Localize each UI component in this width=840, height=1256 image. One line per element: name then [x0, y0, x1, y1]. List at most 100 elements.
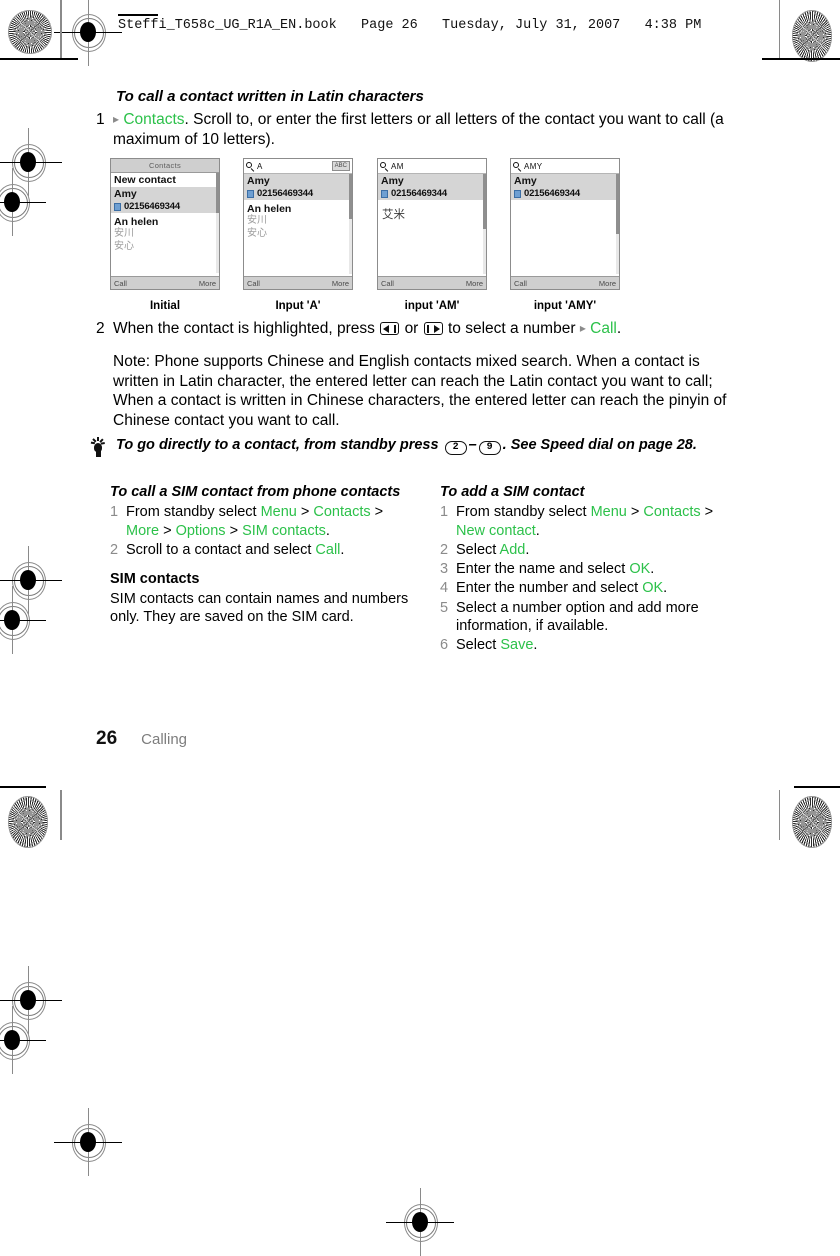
- menu-link[interactable]: More: [126, 523, 159, 539]
- phone-scrollbar[interactable]: [216, 173, 219, 273]
- phone-row-other[interactable]: An helen 安川 安心: [111, 213, 219, 253]
- phone-contact-cn-1: 安川: [114, 228, 134, 240]
- plain-text: Select a number option and add more info…: [456, 599, 699, 634]
- phone-screenshot-initial: Contacts New contact Amy 02156469344 An …: [110, 158, 220, 290]
- trim-rule-bottom-left: [0, 786, 46, 788]
- softkey-more[interactable]: More: [332, 279, 349, 288]
- list-item-text: Enter the name and select OK.: [456, 560, 740, 578]
- phone-contact-number: 02156469344: [524, 188, 580, 199]
- step-2-block: 2 When the contact is highlighted, press…: [96, 318, 746, 430]
- softkey-call[interactable]: Call: [114, 279, 127, 288]
- trim-rule-top-left: [0, 58, 78, 60]
- phone-list-area: Amy 02156469344 艾米: [378, 174, 486, 274]
- footer-page-number: 26: [96, 728, 118, 749]
- phone-titlebar: Contacts: [111, 159, 219, 173]
- softkey-more[interactable]: More: [199, 279, 216, 288]
- trim-rule-vertical-left: [60, 0, 62, 58]
- menu-link[interactable]: Add: [500, 542, 526, 558]
- list-item: 5 Select a number option and add more inf…: [440, 599, 740, 636]
- list-item: 4 Enter the number and select OK.: [440, 579, 740, 597]
- phone-scrollbar[interactable]: [616, 174, 619, 274]
- phone-list-area: New contact Amy 02156469344 An helen 安川 …: [111, 173, 219, 273]
- sim-contacts-subheading: SIM contacts: [110, 571, 200, 588]
- trim-rule-vertical-bottom-right: [778, 790, 780, 840]
- sim-contacts-text: SIM contacts can contain names and numbe…: [110, 590, 409, 625]
- list-item-number: 1: [110, 504, 119, 521]
- menu-link[interactable]: OK: [629, 561, 650, 577]
- phone-screenshot-input-am: AM Amy 02156469344 艾米 Call More: [377, 158, 487, 290]
- phone-search-bar[interactable]: AMY: [511, 159, 619, 174]
- bullet-arrow-icon: ▸: [113, 112, 120, 127]
- phone-scrollbar[interactable]: [483, 174, 486, 274]
- menu-link[interactable]: Menu: [261, 504, 297, 520]
- plain-text: .: [325, 522, 330, 539]
- step-2: 2 When the contact is highlighted, press…: [96, 319, 746, 338]
- tip-block: To go directly to a contact, from standb…: [88, 436, 748, 460]
- softkey-more[interactable]: More: [466, 279, 483, 288]
- menu-link[interactable]: Menu: [591, 504, 627, 520]
- plain-text: .: [525, 541, 530, 558]
- plain-text: From standby select: [456, 504, 591, 521]
- softkey-call[interactable]: Call: [381, 279, 394, 288]
- phone-contact-cn-2: 安心: [247, 227, 267, 239]
- phone-contact-cn-result[interactable]: 艾米: [378, 200, 486, 228]
- phone-row-other[interactable]: An helen 安川 安心: [244, 200, 352, 240]
- list-item-text: Select Save.: [456, 636, 740, 654]
- phone-search-query: A: [257, 161, 263, 171]
- phone-screenshot-input-amy: AMY Amy 02156469344 Call More: [510, 158, 620, 290]
- softkey-more[interactable]: More: [599, 279, 616, 288]
- crosshair-registration-mark-lower-right: [0, 1006, 46, 1074]
- bullet-arrow-icon-2: ▸: [579, 321, 586, 335]
- page-footer: 26 Calling: [96, 728, 187, 750]
- list-item-number: 6: [440, 637, 449, 654]
- phone-row-new-contact[interactable]: New contact: [111, 173, 219, 187]
- step-1-text: ▸ Contacts. Scroll to, or enter the firs…: [113, 110, 746, 149]
- plain-text: >: [700, 504, 714, 521]
- list-item: 2 Scroll to a contact and select Call.: [110, 541, 410, 559]
- menu-link[interactable]: Save: [500, 637, 533, 653]
- phone-row-selected[interactable]: Amy 02156469344: [111, 187, 219, 213]
- crosshair-registration-mark-bottom-left: [54, 1108, 122, 1176]
- softkey-call[interactable]: Call: [247, 279, 260, 288]
- phone-contact-number: 02156469344: [124, 201, 180, 212]
- phone-contact-name: Amy: [114, 188, 137, 200]
- crosshair-registration-mark-left: [0, 128, 62, 196]
- phone-screenshot-input-a: A ABC Amy 02156469344 An helen 安川 安心 Cal…: [243, 158, 353, 290]
- manual-page: Steffi_T658c_UG_R1A_EN.book Page 26 Tues…: [0, 0, 840, 1256]
- menu-link[interactable]: Contacts: [313, 504, 370, 520]
- phone-search-bar[interactable]: AM: [378, 159, 486, 174]
- trim-rule-top-right: [762, 58, 840, 60]
- list-item: 3 Enter the name and select OK.: [440, 560, 740, 578]
- menu-link[interactable]: Options: [176, 523, 226, 539]
- plain-text: .: [650, 561, 655, 578]
- phone-scrollbar[interactable]: [349, 174, 352, 274]
- menu-link[interactable]: Contacts: [643, 504, 700, 520]
- search-icon: [380, 162, 389, 172]
- menu-link[interactable]: SIM contacts: [242, 523, 326, 539]
- step-2-number: 2: [96, 320, 105, 337]
- list-item-number: 2: [110, 541, 119, 558]
- softkey-call[interactable]: Call: [514, 279, 527, 288]
- plain-text: Select: [456, 541, 500, 558]
- crosshair-registration-mark-lower-left: [0, 966, 62, 1034]
- starburst-registration-mark-top-right: [792, 10, 832, 62]
- phone-softkey-bar: Call More: [111, 276, 219, 289]
- menu-link[interactable]: Call: [315, 542, 340, 558]
- step-2-end: .: [616, 320, 622, 337]
- phone-search-bar[interactable]: A ABC: [244, 159, 352, 174]
- footer-chapter: Calling: [141, 731, 187, 748]
- list-item: 2 Select Add.: [440, 541, 740, 559]
- crosshair-registration-mark-top-left: [54, 0, 122, 66]
- sim-card-icon: [114, 202, 121, 211]
- plain-text: Enter the number and select: [456, 580, 643, 597]
- phone-row-selected[interactable]: Amy 02156469344: [244, 174, 352, 200]
- menu-link[interactable]: OK: [642, 580, 663, 596]
- menu-link[interactable]: New contact: [456, 523, 536, 539]
- phone-row-selected[interactable]: Amy 02156469344: [378, 174, 486, 200]
- phone-row-selected[interactable]: Amy 02156469344: [511, 174, 619, 200]
- link-call[interactable]: Call: [590, 320, 617, 337]
- list-item-text: Select a number option and add more info…: [456, 599, 740, 636]
- plain-text: .: [340, 541, 345, 558]
- link-contacts[interactable]: Contacts: [123, 111, 184, 128]
- phone-contact-name: Amy: [381, 175, 404, 187]
